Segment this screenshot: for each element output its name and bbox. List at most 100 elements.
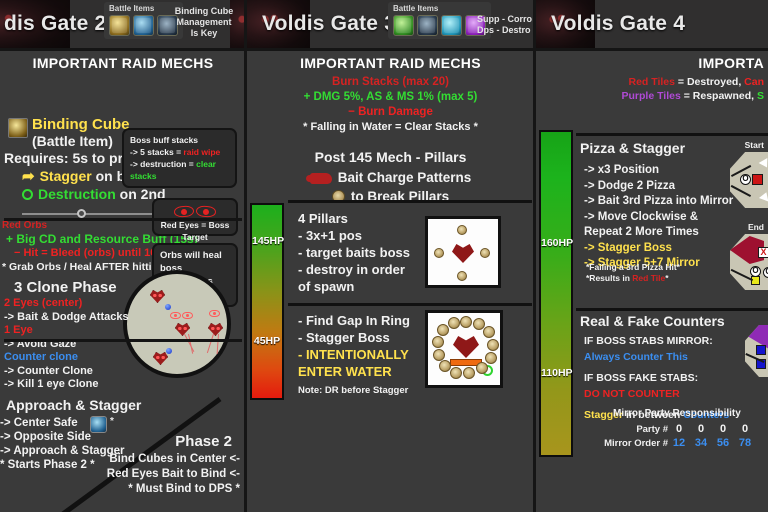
mpr-row-party: Party # 0 0 0 0 — [578, 423, 756, 435]
clone-line-2: 1 Eye — [4, 324, 33, 336]
column-separator-1 — [244, 0, 247, 512]
counters-title: Real & Fake Counters — [580, 313, 725, 329]
counters-tile-2 — [756, 345, 766, 355]
ring-line-2: - INTENTIONALLY — [298, 347, 409, 362]
red-eyes-icons — [160, 205, 230, 218]
pizza-note-2-suffix: * — [665, 273, 669, 283]
destruction-icon — [22, 189, 33, 201]
map-pillar-right — [480, 248, 490, 258]
battle-item-icon-binding-cube[interactable] — [109, 15, 130, 36]
gate-3-battle-items: Battle Items — [388, 2, 491, 39]
ring-line-1: - Stagger Boss — [298, 330, 390, 345]
mpr-order-cell-1: 34 — [694, 437, 708, 449]
ring-pillar-12 — [437, 324, 449, 336]
gate-3-hp-bar: 145HP 45HP — [250, 203, 284, 400]
pizza-note-2-prefix: *Results in — [586, 273, 633, 283]
tiles-purple-row: Purple Tiles = Respawned, S — [535, 89, 764, 103]
mini-eye-left — [170, 312, 181, 319]
boss-buff-line2-value: raid wipe — [183, 147, 221, 157]
stagger-keyword: Stagger — [39, 168, 92, 184]
clone-line-1: -> Bait & Dodge Attacks — [4, 310, 129, 323]
clone-line-0: 2 Eyes (center) — [4, 297, 83, 309]
ring-line-0: - Find Gap In Ring — [298, 313, 410, 328]
tiles-legend: Red Tiles = Destroyed, Can Purple Tiles … — [535, 75, 768, 103]
gate-4-mech-title: IMPORTA — [698, 55, 764, 71]
four-pillars-line-1: - target baits boss — [298, 245, 410, 260]
ring-pillar-8 — [450, 367, 462, 379]
gate-3-header-note-line-2: Dps - Destro — [477, 25, 531, 35]
destruction-keyword: Destruction — [38, 186, 116, 202]
gate-2-header: dis Gate 2 Battle Items Binding Cube Man… — [0, 0, 246, 48]
tiles-red-label: Red Tiles — [628, 76, 676, 88]
gate-4-hp-top-label: 160HP — [541, 237, 574, 249]
gate-2-header-note-line-3: Is Key — [190, 28, 218, 38]
ring-pillar-4 — [487, 339, 499, 351]
boss-buff-title: Boss buff stacks — [130, 135, 199, 145]
gate-4-hp-bottom-label: 110HP — [541, 367, 573, 379]
binding-cube-requires: Requires: 5s to proc — [4, 150, 140, 166]
gate-4-header: Voldis Gate 4 — [535, 0, 768, 48]
gaze-line-3 — [206, 333, 215, 354]
pizza-stagger-lines: -> x3 Position -> Dodge 2 Pizza -> Bait … — [584, 163, 733, 272]
pizza-line-2: -> Bait 3rd Pizza into Mirror — [584, 195, 734, 207]
pizza-line-3: -> Move Clockwise & — [584, 210, 699, 223]
clone-one-eye-marker — [209, 310, 220, 317]
gate-4-top-divider — [535, 48, 768, 51]
pizza-line-0: -> x3 Position — [584, 164, 660, 176]
gate-4-hp-bar: 160HP 110HP — [539, 130, 573, 457]
four-pillars-line-2: - destroy in order — [298, 262, 405, 277]
burn-stacks-title: Burn Stacks (max 20) — [332, 76, 449, 88]
phase-2-line-1: Red Eyes Bait to Bind <- — [106, 468, 240, 480]
map-pillar-top — [457, 225, 467, 235]
battle-item-icon-hp-potion[interactable] — [393, 15, 414, 36]
diagram-end-label: End — [747, 222, 764, 232]
boss-buff-line3-prefix: -> destruction = — [130, 159, 197, 169]
battle-item-icon-destruction-bomb-g3[interactable] — [417, 15, 438, 36]
mpr-party-cell-2: 0 — [719, 423, 727, 435]
pizza-line-5: -> Stagger Boss — [584, 241, 672, 254]
start-arrow-2 — [758, 190, 768, 202]
gaze-line-4 — [216, 333, 220, 354]
gate-3-hp-bottom-label: 45HP — [253, 335, 281, 347]
ring-pillar-10 — [433, 349, 445, 361]
start-line-2 — [730, 184, 752, 197]
battle-item-icon-corrosive-bomb[interactable] — [441, 15, 462, 36]
red-orbs-title: Red Orbs — [2, 220, 48, 231]
red-orbs-line-2: − Hit = Bleed (orbs) until 10% — [14, 247, 167, 259]
mini-eye-right — [182, 312, 193, 319]
stagger-icon: ➦ — [22, 168, 35, 186]
mpr-party-cell-3: 0 — [741, 423, 749, 435]
ring-gap-block: - Find Gap In Ring - Stagger Boss - INTE… — [298, 312, 410, 380]
column-gate-2: dis Gate 2 Battle Items Binding Cube Man… — [0, 0, 246, 512]
pizza-line-4: Repeat 2 More Times — [584, 226, 699, 238]
mpr-party-cell-1: 0 — [697, 423, 705, 435]
whirlwind-grenade-icon — [90, 416, 107, 433]
gate-2-header-note-line-2: Management — [176, 17, 232, 27]
battle-items-label-g3: Battle Items — [393, 4, 439, 13]
counters-line-4: DO NOT COUNTER — [584, 387, 680, 400]
ring-pillar-13 — [448, 317, 460, 329]
gate-3-mech-title: IMPORTANT RAID MECHS — [300, 55, 481, 71]
boar-charge-icon — [305, 172, 332, 184]
ring-pillar-9 — [439, 360, 451, 372]
battle-items-row-g3 — [393, 15, 486, 36]
burn-stacks-buff: + DMG 5%, AS & MS 1% (max 5) — [303, 91, 478, 103]
clone-line-5: -> Counter Clone — [4, 364, 93, 377]
mpr-row-party-label: Party # — [636, 423, 668, 435]
counters-line-3: IF BOSS FAKE STABS: — [584, 372, 699, 384]
start-arrow-1 — [758, 158, 768, 170]
phase-2-line-0: Bind Cubes in Center <- — [109, 453, 240, 465]
bait-charge-row: Bait Charge Patterns — [246, 170, 535, 186]
gate-4-title: Voldis Gate 4 — [551, 12, 686, 35]
slider-knob[interactable] — [77, 209, 86, 218]
clone-blue-dot-2 — [166, 348, 172, 354]
gate-2-body: IMPORTANT RAID MECHS Binding Cube (Battl… — [0, 48, 246, 512]
ring-pillar-1 — [460, 316, 472, 328]
gate-3-header-note-line-1: Supp - Corro — [477, 14, 532, 24]
binding-cube-name: Binding Cube — [32, 116, 130, 133]
post-145-title: Post 145 Mech - Pillars — [314, 149, 467, 165]
slider-track — [22, 213, 154, 215]
four-pillars-line-0: - 3x+1 pos — [298, 228, 362, 243]
diagram-start-label: Start — [744, 140, 764, 150]
battle-item-icon-whirlwind-grenade[interactable] — [133, 15, 154, 36]
